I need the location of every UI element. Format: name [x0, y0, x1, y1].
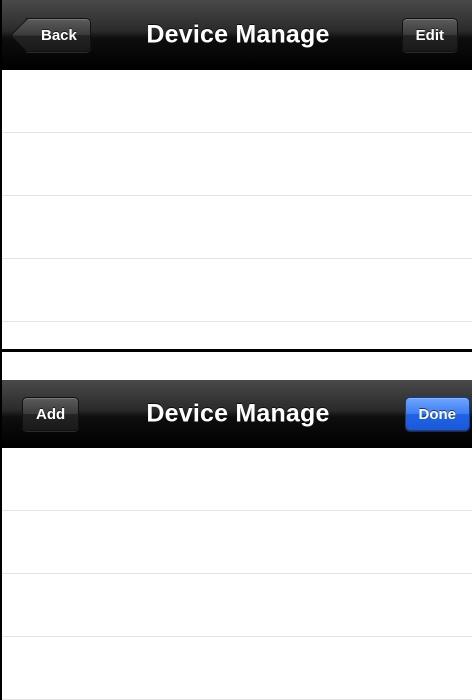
add-button[interactable]: Add: [22, 396, 80, 431]
list-item[interactable]: [2, 448, 472, 511]
list-item[interactable]: [2, 574, 472, 637]
back-arrow-icon: [9, 17, 46, 53]
device-list: [2, 70, 472, 322]
edit-button[interactable]: Edit: [401, 17, 458, 52]
list-item[interactable]: [2, 637, 472, 700]
device-manage-screen-editing: Add Device Manage Done: [2, 352, 472, 700]
screenshot-frame: Back Device Manage Edit Add Device Manag…: [0, 0, 472, 700]
back-button[interactable]: Back: [9, 17, 91, 53]
list-item[interactable]: [2, 70, 472, 133]
list-item[interactable]: [2, 196, 472, 259]
list-item[interactable]: [2, 133, 472, 196]
back-button-label: Back: [41, 26, 77, 44]
navigation-bar: Back Device Manage Edit: [2, 0, 472, 70]
device-manage-screen-normal: Back Device Manage Edit: [2, 0, 472, 350]
device-list: [2, 448, 472, 700]
list-item[interactable]: [2, 259, 472, 322]
done-button[interactable]: Done: [404, 396, 470, 431]
list-item[interactable]: [2, 511, 472, 574]
navigation-bar: Add Device Manage Done: [2, 380, 472, 448]
